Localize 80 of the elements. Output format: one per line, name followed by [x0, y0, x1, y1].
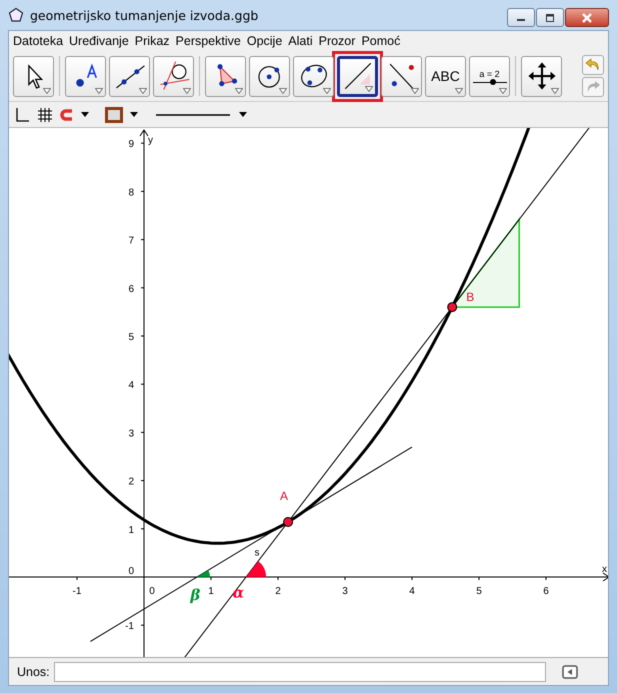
tick-label: 4 [128, 380, 134, 392]
menu-item[interactable]: Alati [288, 34, 313, 48]
slope-label: s [254, 547, 260, 558]
dropdown-triangle-icon [95, 88, 103, 94]
tick-label: 0 [128, 566, 134, 577]
tick-label: 6 [543, 586, 549, 597]
menu-item[interactable]: Uređivanje [69, 34, 129, 48]
tick-label: 0 [149, 586, 155, 597]
angle-label: β [190, 586, 200, 604]
tick-label: 1 [128, 524, 134, 536]
tool-button[interactable] [109, 56, 150, 96]
tick-label: 2 [128, 476, 134, 488]
pentagon-icon [8, 7, 24, 23]
dropdown-triangle-icon [139, 88, 147, 94]
undo-arrow-icon [585, 57, 601, 73]
tool-button[interactable] [153, 56, 194, 96]
tool-button[interactable]: ABC [425, 56, 466, 96]
color-swatch-icon[interactable] [105, 106, 123, 122]
caret-icon[interactable] [239, 112, 247, 118]
tick-label: 2 [275, 586, 281, 597]
angle-label: α [232, 583, 244, 602]
tool-button[interactable]: a = 2 [469, 56, 510, 96]
dropdown-triangle-icon [279, 88, 287, 94]
dropdown-triangle-icon [499, 88, 507, 94]
undo-button[interactable] [582, 55, 604, 75]
tick-label: -1 [125, 621, 134, 632]
dropdown-triangle-icon [235, 88, 243, 94]
dropdown-triangle-icon [183, 88, 191, 94]
tick-label: 1 [208, 586, 214, 597]
input-label: Unos: [17, 664, 50, 678]
axes-icon[interactable] [14, 106, 30, 122]
point[interactable] [283, 517, 294, 527]
dropdown-triangle-icon [323, 88, 331, 94]
axis-label: y [148, 135, 153, 146]
close-button[interactable] [565, 8, 609, 27]
point[interactable] [447, 302, 458, 312]
tick-label: 9 [128, 139, 134, 150]
window-title: geometrijsko tumanjenje izvoda.ggb [30, 8, 260, 22]
tick-label: 3 [128, 428, 134, 440]
point-label: A [280, 489, 288, 503]
maximize-icon [544, 14, 556, 22]
grid-icon[interactable] [37, 106, 53, 122]
dropdown-triangle-icon [411, 88, 419, 94]
menu-item[interactable]: Perspektive [176, 34, 241, 48]
line-style-icon[interactable] [154, 112, 232, 118]
minimize-button[interactable] [507, 8, 535, 27]
menu-item[interactable]: Prozor [318, 34, 356, 48]
tick-label: 6 [128, 284, 134, 295]
tool-button[interactable] [13, 56, 54, 96]
keyboard-toggle-icon[interactable] [562, 664, 578, 678]
input-field[interactable] [54, 662, 546, 682]
tick-label: 4 [409, 586, 415, 597]
tool-button[interactable] [205, 56, 246, 96]
tool-button[interactable] [249, 56, 290, 96]
magnet-icon[interactable] [60, 108, 74, 122]
close-icon [581, 12, 593, 22]
tick-label: 5 [476, 586, 482, 597]
text-tool-icon: ABC [431, 68, 460, 84]
maximize-button[interactable] [536, 8, 564, 27]
menu-item[interactable]: Pomoć [361, 34, 400, 48]
tool-button[interactable] [521, 56, 562, 96]
dropdown-triangle-icon [455, 88, 463, 94]
axis-label: x [602, 564, 607, 575]
tick-label: -1 [72, 586, 82, 597]
dropdown-triangle-icon [551, 88, 559, 94]
tick-label: 5 [128, 332, 134, 343]
caret-icon[interactable] [81, 112, 89, 118]
dropdown-triangle-icon [365, 86, 373, 92]
tick-label: 3 [342, 586, 348, 597]
dropdown-triangle-icon [43, 88, 51, 94]
tick-label: 7 [128, 236, 134, 247]
tool-button[interactable] [293, 56, 334, 96]
point-label: B [466, 290, 474, 304]
caret-icon[interactable] [130, 112, 138, 118]
menu-item[interactable]: Datoteka [13, 34, 64, 48]
tick-label: 8 [128, 187, 134, 198]
tool-button[interactable] [381, 56, 422, 96]
menu-item[interactable]: Opcije [246, 34, 282, 48]
menu-item[interactable]: Prikaz [134, 34, 170, 48]
tool-button[interactable] [65, 56, 106, 96]
